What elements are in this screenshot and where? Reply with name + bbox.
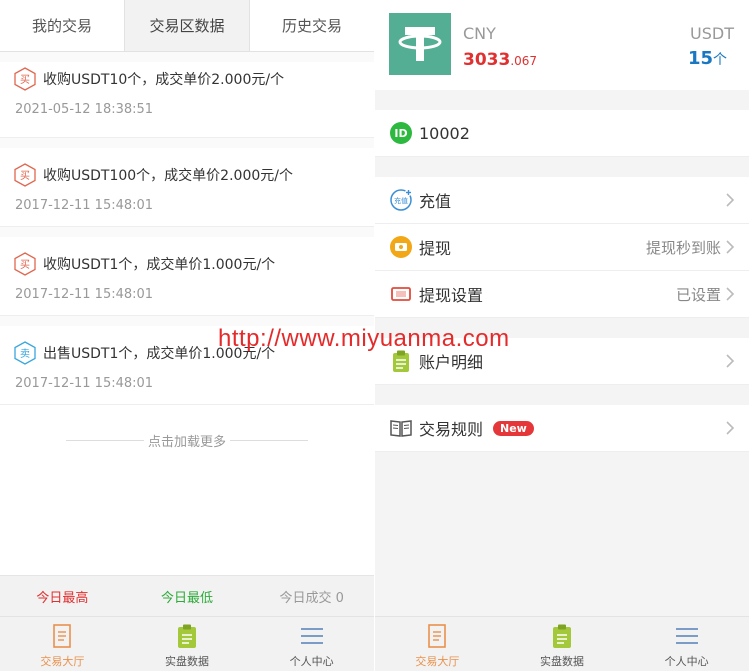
record-time: 2017-12-11 15:48:01 <box>15 376 154 391</box>
tab-my-trades[interactable]: 我的交易 <box>0 0 125 51</box>
tabbar-item-trade-hall[interactable]: 交易大厅 <box>0 617 125 671</box>
tab-trade-area-data[interactable]: 交易区数据 <box>125 0 250 51</box>
withdraw-settings-hint: 已设置 <box>675 285 721 304</box>
bottom-tabbar: 交易大厅 实盘数据 个人中心 <box>375 616 749 671</box>
trade-area-screen: 我的交易 交易区数据 历史交易 买 收购USDT10个，成交单价2.000元/个… <box>0 0 374 671</box>
record-time: 2017-12-11 15:48:01 <box>15 198 154 213</box>
trade-record: 买 收购USDT1个，成交单价1.000元/个 2017-12-11 15:48… <box>0 237 374 316</box>
trade-record: 卖 出售USDT1个，成交单价1.000元/个 2017-12-11 15:48… <box>0 326 374 405</box>
today-high: 今日最高 <box>36 590 89 606</box>
trade-record: 买 收购USDT10个，成交单价2.000元/个 2021-05-12 18:3… <box>0 62 374 138</box>
bottom-tabbar: 交易大厅 实盘数据 个人中心 <box>0 616 374 671</box>
usdt-balance: 15个 <box>687 48 727 69</box>
usdt-label: USDT <box>690 24 734 43</box>
menu-account-details[interactable]: 账户明细 <box>375 338 749 385</box>
tabbar-item-personal-center[interactable]: 个人中心 <box>624 617 749 671</box>
chevron-right-icon <box>726 287 735 301</box>
chevron-right-icon <box>726 421 735 435</box>
new-badge: New <box>493 420 534 436</box>
record-text: 收购USDT1个，成交单价1.000元/个 <box>43 257 276 273</box>
trade-record: 买 收购USDT100个，成交单价2.000元/个 2017-12-11 15:… <box>0 148 374 227</box>
withdraw-hint: 提现秒到账 <box>645 238 721 257</box>
book-icon <box>389 416 413 440</box>
today-volume: 今日成交 0 <box>279 590 344 606</box>
record-text: 出售USDT1个，成交单价1.000元/个 <box>43 346 276 362</box>
cny-label: CNY <box>463 24 496 43</box>
record-text: 收购USDT10个，成交单价2.000元/个 <box>43 72 285 88</box>
withdraw-icon <box>389 235 413 259</box>
load-more-button[interactable]: 点击加载更多 <box>0 405 374 475</box>
tabbar-item-personal-center[interactable]: 个人中心 <box>249 617 374 671</box>
today-stats-bar: 今日最高 今日最低 今日成交 0 <box>0 575 374 616</box>
cny-balance: 3033.067 <box>463 50 538 70</box>
tabbar-item-trade-hall[interactable]: 交易大厅 <box>375 617 500 671</box>
wallet-card: CNY 3033.067 USDT 15个 <box>375 0 749 90</box>
user-id-row: ID 10002 <box>375 110 749 157</box>
record-time: 2021-05-12 18:38:51 <box>15 102 154 117</box>
clipboard-icon <box>389 349 413 373</box>
tether-logo-icon <box>389 13 451 75</box>
record-text: 收购USDT100个，成交单价2.000元/个 <box>43 168 293 184</box>
svg-text:充值: 充值 <box>394 196 408 205</box>
trade-tabs: 我的交易 交易区数据 历史交易 <box>0 0 374 52</box>
document-icon <box>428 624 447 648</box>
buy-badge-icon: 买 <box>14 163 36 187</box>
tabbar-item-live-data[interactable]: 实盘数据 <box>125 617 250 671</box>
menu-icon <box>300 628 323 644</box>
clipboard-icon <box>178 624 196 648</box>
menu-recharge[interactable]: 充值 充值 <box>375 177 749 224</box>
personal-center-screen: CNY 3033.067 USDT 15个 ID 10002 充值 充值 提现 … <box>375 0 749 671</box>
card-icon <box>389 282 413 306</box>
menu-withdraw-settings[interactable]: 提现设置 已设置 <box>375 271 749 318</box>
buy-badge-icon: 买 <box>14 67 36 91</box>
svg-text:ID: ID <box>394 127 407 140</box>
tabbar-item-live-data[interactable]: 实盘数据 <box>500 617 625 671</box>
sell-badge-icon: 卖 <box>14 341 36 365</box>
tab-history-trades[interactable]: 历史交易 <box>250 0 374 51</box>
chevron-right-icon <box>726 193 735 207</box>
menu-icon <box>675 628 698 644</box>
recharge-icon: 充值 <box>389 188 413 212</box>
chevron-right-icon <box>726 240 735 254</box>
menu-withdraw[interactable]: 提现 提现秒到账 <box>375 224 749 271</box>
user-id: 10002 <box>419 123 470 143</box>
document-icon <box>53 624 72 648</box>
clipboard-icon <box>553 624 571 648</box>
record-time: 2017-12-11 15:48:01 <box>15 287 154 302</box>
today-low: 今日最低 <box>161 590 214 606</box>
chevron-right-icon <box>726 354 735 368</box>
menu-trade-rules[interactable]: 交易规则 New <box>375 405 749 452</box>
id-icon: ID <box>389 121 413 145</box>
buy-badge-icon: 买 <box>14 252 36 276</box>
